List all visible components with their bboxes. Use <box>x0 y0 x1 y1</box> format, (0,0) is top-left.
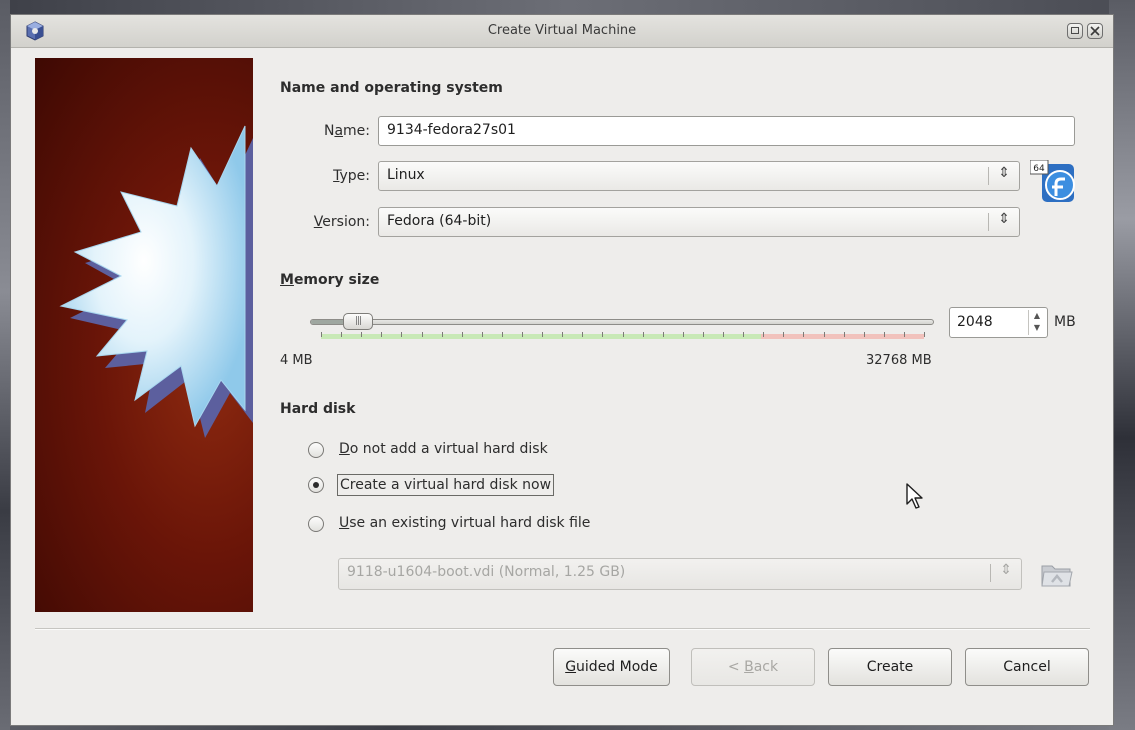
os-icon-badge: 64 <box>1033 164 1045 174</box>
radio-no-disk-label-post: o not add a virtual hard disk <box>349 441 548 457</box>
desktop-background <box>0 0 1135 14</box>
type-label-post: ype: <box>339 168 370 184</box>
version-label-mnemonic: V <box>313 214 323 230</box>
wizard-banner-image <box>35 58 253 612</box>
version-select[interactable]: Fedora (64-bit) ⇕ <box>378 207 1020 237</box>
radio-no-disk-label[interactable]: Do not add a virtual hard disk <box>339 441 548 457</box>
cancel-button[interactable]: Cancel <box>965 648 1089 686</box>
radio-create-disk-control[interactable] <box>308 477 324 493</box>
guided-mode-button[interactable]: Guided Mode <box>553 648 670 686</box>
desktop-background-left <box>0 0 10 730</box>
radio-create-disk-label[interactable]: Create a virtual hard disk now <box>337 474 555 496</box>
radio-existing-disk-control[interactable] <box>308 516 324 532</box>
radio-no-disk-label-mnemonic: D <box>339 441 350 457</box>
chevron-updown-icon: ⇕ <box>998 211 1010 227</box>
existing-disk-select[interactable]: 9118-u1604-boot.vdi (Normal, 1.25 GB) ⇕ <box>338 558 1022 590</box>
guided-mode-label-mnemonic: G <box>565 659 577 675</box>
maximize-button[interactable] <box>1067 23 1083 39</box>
mouse-pointer-icon <box>906 483 923 509</box>
back-label-post: ack <box>753 659 779 675</box>
section-hard-disk-title: Hard disk <box>280 401 356 417</box>
name-label-mnemonic: a <box>334 123 344 139</box>
type-select-value: Linux <box>387 167 425 183</box>
section-memory-title: Memory size <box>280 272 379 288</box>
title-bar[interactable]: Create Virtual Machine <box>11 15 1113 48</box>
chevron-updown-icon: ⇕ <box>998 165 1010 181</box>
version-select-value: Fedora (64-bit) <box>387 213 492 229</box>
memory-unit: MB <box>1054 314 1076 330</box>
radio-create-disk-label-post: Create a virtual hard disk now <box>340 477 552 493</box>
radio-no-disk-control[interactable] <box>308 442 324 458</box>
close-icon <box>1090 26 1100 36</box>
memory-min-label: 4 MB <box>280 353 313 368</box>
memory-value: 2048 <box>957 314 993 330</box>
memory-max-label: 32768 MB <box>866 353 932 368</box>
memory-slider-handle[interactable]: ||| <box>343 313 373 330</box>
guided-mode-label-post: uided Mode <box>576 659 658 675</box>
memory-spinbox[interactable]: 2048 ▲ ▼ <box>949 307 1048 338</box>
spin-down-icon[interactable]: ▼ <box>1029 322 1045 334</box>
type-select-divider <box>988 167 989 185</box>
chevron-updown-icon: ⇕ <box>1000 562 1012 578</box>
memory-spin-buttons[interactable]: ▲ ▼ <box>1028 310 1045 335</box>
type-select[interactable]: Linux ⇕ <box>378 161 1020 191</box>
name-label-post: me: <box>343 123 370 139</box>
existing-disk-select-value: 9118-u1604-boot.vdi (Normal, 1.25 GB) <box>347 564 626 580</box>
name-label: Name: <box>280 123 370 139</box>
version-label-post: ersion: <box>322 214 370 230</box>
name-label-pre: N <box>323 123 335 139</box>
radio-existing-disk-label[interactable]: Use an existing virtual hard disk file <box>339 515 590 531</box>
memory-title-mnemonic: M <box>280 272 294 288</box>
version-label: Version: <box>280 214 370 230</box>
version-select-divider <box>988 213 989 231</box>
spin-up-icon[interactable]: ▲ <box>1029 310 1045 322</box>
existing-disk-select-divider <box>990 564 991 582</box>
back-label-mnemonic: B <box>744 659 754 675</box>
name-input[interactable]: 9134-fedora27s01 <box>378 116 1075 146</box>
choose-disk-folder-icon[interactable] <box>1038 558 1074 590</box>
type-label: Type: <box>280 168 370 184</box>
window-title: Create Virtual Machine <box>487 23 637 38</box>
memory-slider-track[interactable] <box>310 319 934 325</box>
back-button[interactable]: < Back <box>691 648 815 686</box>
dialog-divider <box>35 628 1090 630</box>
close-button[interactable] <box>1087 23 1103 39</box>
memory-scale-ticks <box>321 332 925 337</box>
memory-title-rest: emory size <box>293 272 380 288</box>
create-button[interactable]: Create <box>828 648 952 686</box>
radio-existing-disk-label-mnemonic: U <box>339 515 350 531</box>
section-name-os-title: Name and operating system <box>280 80 503 96</box>
back-label-pre: < <box>727 659 745 675</box>
fedora-os-icon: 64 <box>1030 160 1075 202</box>
radio-existing-disk-label-post: se an existing virtual hard disk file <box>349 515 591 531</box>
